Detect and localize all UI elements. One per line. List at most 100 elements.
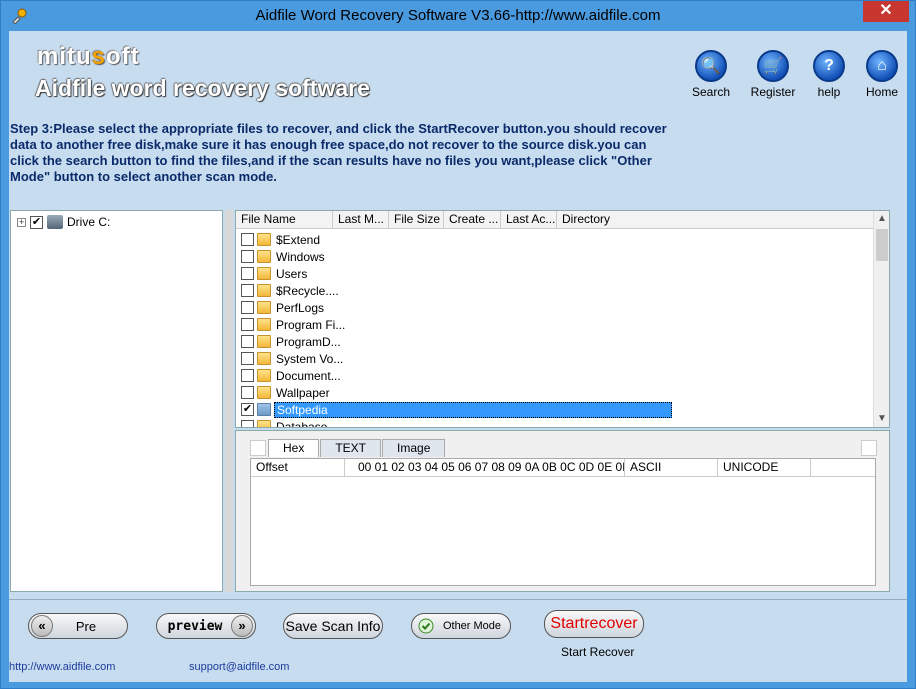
pre-button[interactable]: « Pre (28, 613, 128, 639)
drive-icon (47, 215, 63, 229)
app-name-heading: Aidfile word recovery software (35, 75, 370, 101)
hex-col-ascii: ASCII (625, 459, 718, 477)
start-recover-button[interactable]: Startrecover (544, 610, 644, 638)
forward-arrow-icon: » (231, 615, 253, 637)
file-checkbox[interactable] (241, 250, 254, 263)
file-row[interactable]: $Extend (236, 231, 874, 248)
folder-icon (257, 301, 271, 314)
file-checkbox[interactable] (241, 233, 254, 246)
file-checkbox[interactable] (241, 335, 254, 348)
file-checkbox[interactable]: ✔ (241, 403, 254, 416)
file-row[interactable]: PerfLogs (236, 299, 874, 316)
check-circle-icon (418, 618, 434, 634)
file-name: System Vo... (276, 351, 344, 366)
main-client: mitusoft Aidfile word recovery software … (9, 31, 907, 682)
col-last-access[interactable]: Last Ac... (501, 211, 557, 229)
file-checkbox[interactable] (241, 386, 254, 399)
home-button[interactable]: ⌂ Home (852, 50, 912, 99)
drive-tree[interactable]: + ✔ Drive C: (10, 210, 223, 592)
col-create[interactable]: Create ... (444, 211, 501, 229)
tab-hex[interactable]: Hex (268, 439, 320, 457)
close-button[interactable]: ✕ (863, 1, 909, 22)
file-name: ProgramD... (276, 334, 341, 349)
other-mode-button[interactable]: Other Mode (411, 613, 511, 639)
file-name: Document... (276, 368, 341, 383)
file-row[interactable]: Windows (236, 248, 874, 265)
file-checkbox[interactable] (241, 267, 254, 280)
expand-icon[interactable]: + (17, 217, 26, 227)
file-row[interactable]: System Vo... (236, 350, 874, 367)
support-email-link[interactable]: support@aidfile.com (189, 661, 289, 673)
folder-icon (257, 284, 271, 297)
tab-text[interactable]: TEXT (320, 439, 382, 457)
register-button[interactable]: 🛒 Register (743, 50, 803, 99)
file-checkbox[interactable] (241, 318, 254, 331)
hex-preview-pane: Hex TEXT Image Offset 00 01 02 03 04 05 … (235, 430, 890, 592)
folder-icon (257, 352, 271, 365)
tab-image[interactable]: Image (382, 439, 446, 457)
app-window: Aidfile Word Recovery Software V3.66-htt… (0, 0, 916, 689)
file-name: $Extend (276, 232, 321, 247)
file-checkbox[interactable] (241, 420, 254, 427)
file-row[interactable]: ✔ Softpedia (236, 401, 874, 418)
tab-corner-box-right (861, 440, 877, 456)
file-name: Windows (276, 249, 325, 264)
website-link[interactable]: http://www.aidfile.com (9, 661, 115, 673)
tab-corner-box (250, 440, 266, 456)
pane-splitter[interactable] (225, 210, 233, 592)
folder-icon (257, 420, 271, 427)
file-row[interactable]: ProgramD... (236, 333, 874, 350)
file-name: PerfLogs (276, 300, 325, 315)
folder-icon (257, 267, 271, 280)
file-name: Database (276, 419, 328, 428)
hex-col-offset: Offset (251, 459, 345, 477)
question-icon: ? (813, 50, 845, 82)
file-checkbox[interactable] (241, 301, 254, 314)
hex-view[interactable]: Offset 00 01 02 03 04 05 06 07 08 09 0A … (250, 458, 876, 586)
folder-icon (257, 233, 271, 246)
file-checkbox[interactable] (241, 284, 254, 297)
col-file-name[interactable]: File Name (236, 211, 333, 229)
file-checkbox[interactable] (241, 352, 254, 365)
cart-icon: 🛒 (757, 50, 789, 82)
bottom-separator (9, 599, 907, 600)
hex-col-bytes: 00 01 02 03 04 05 06 07 08 09 0A 0B 0C 0… (345, 459, 625, 477)
file-row[interactable]: $Recycle.... (236, 282, 874, 299)
col-directory[interactable]: Directory (557, 211, 874, 229)
file-row[interactable]: Database (236, 418, 874, 428)
scroll-down-icon[interactable]: ▼ (874, 411, 889, 427)
scroll-up-icon[interactable]: ▲ (874, 211, 889, 227)
file-row[interactable]: Program Fi... (236, 316, 874, 333)
col-last-modified[interactable]: Last M... (333, 211, 389, 229)
start-recover-caption: Start Recover (561, 645, 635, 659)
title-bar[interactable]: Aidfile Word Recovery Software V3.66-htt… (1, 1, 915, 31)
help-button[interactable]: ? help (799, 50, 859, 99)
file-row[interactable]: Wallpaper (236, 384, 874, 401)
instructions-text: Step 3:Please select the appropriate fil… (10, 121, 667, 184)
folder-icon (257, 369, 271, 382)
hex-header: Offset 00 01 02 03 04 05 06 07 08 09 0A … (251, 459, 875, 477)
search-button[interactable]: 🔍 Search (681, 50, 741, 99)
folder-icon (257, 403, 271, 416)
save-scan-info-button[interactable]: Save Scan Info (283, 613, 383, 639)
file-list: $Extend Windows Users $Recycle.... PerfLogs P… (236, 231, 874, 428)
folder-icon (257, 386, 271, 399)
preview-tabs: Hex TEXT Image (268, 439, 446, 457)
file-row[interactable]: Users (236, 265, 874, 282)
col-file-size[interactable]: File Size (389, 211, 444, 229)
file-list-scrollbar[interactable]: ▲ ▼ (873, 211, 889, 427)
drive-checkbox[interactable]: ✔ (30, 215, 43, 229)
file-name: Softpedia (274, 401, 672, 418)
hex-col-unicode: UNICODE (718, 459, 811, 477)
file-checkbox[interactable] (241, 369, 254, 382)
file-list-pane[interactable]: File Name Last M... File Size Create ...… (235, 210, 890, 428)
preview-button[interactable]: preview » (156, 613, 256, 639)
file-name: Program Fi... (276, 317, 346, 332)
file-row[interactable]: Document... (236, 367, 874, 384)
file-name: Wallpaper (276, 385, 330, 400)
window-title: Aidfile Word Recovery Software V3.66-htt… (255, 7, 661, 24)
file-name: Users (276, 266, 308, 281)
tree-item-drive-c[interactable]: + ✔ Drive C: (17, 215, 110, 229)
scroll-thumb[interactable] (876, 229, 888, 261)
folder-icon (257, 250, 271, 263)
